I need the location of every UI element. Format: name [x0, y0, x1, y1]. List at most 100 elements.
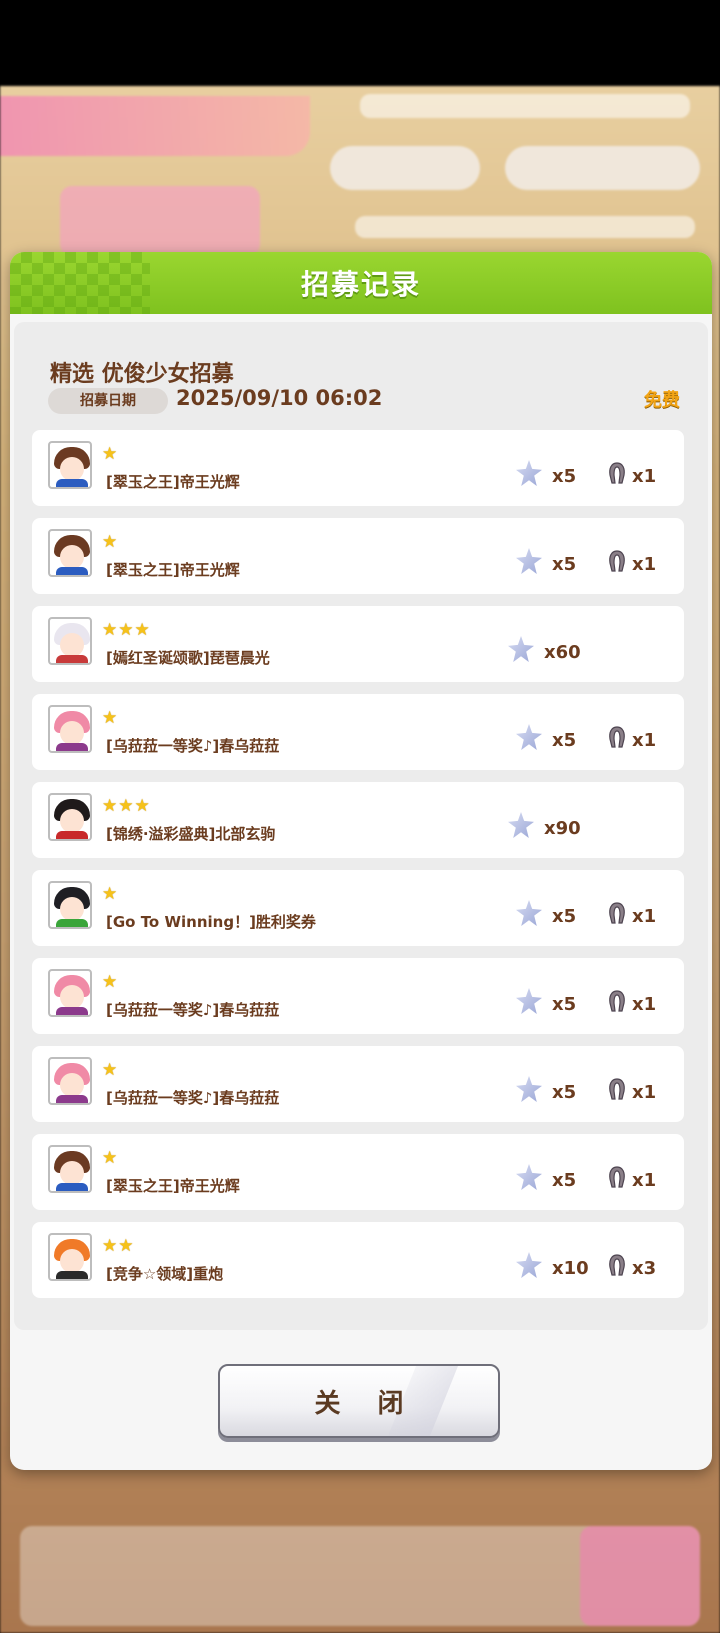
character-avatar [48, 1145, 92, 1193]
character-avatar [48, 793, 92, 841]
character-avatar [48, 705, 92, 753]
character-avatar [48, 969, 92, 1017]
record-row: ★ [Go To Winning！]胜利奖券 x5 x1 [32, 870, 684, 946]
horseshoe-icon [609, 990, 625, 1012]
record-row: ★ [翠玉之王]帝王光辉 x5 x1 [32, 1134, 684, 1210]
rarity-stars: ★ [102, 884, 119, 904]
shoe-quantity: x3 [632, 1258, 657, 1279]
character-name: [翠玉之王]帝王光辉 [106, 1177, 240, 1195]
piece-quantity: x5 [552, 730, 577, 751]
close-button-label: 关 闭 [314, 1388, 418, 1419]
character-avatar [48, 441, 92, 489]
shoe-quantity: x1 [632, 906, 657, 927]
character-piece-icon [508, 636, 534, 662]
horseshoe-icon [609, 1078, 625, 1100]
horseshoe-icon [609, 902, 625, 924]
avatar-outfit [56, 655, 88, 663]
background-menu-item [580, 1526, 700, 1626]
piece-quantity: x5 [552, 554, 577, 575]
character-avatar [48, 617, 92, 665]
avatar-face [60, 1161, 84, 1185]
avatar-outfit [56, 1271, 88, 1279]
horseshoe-icon [609, 726, 625, 748]
record-row: ★ [乌菈菈一等奖♪]春乌菈菈 x5 x1 [32, 1046, 684, 1122]
rarity-stars: ★ [102, 708, 119, 728]
record-list: ★ [翠玉之王]帝王光辉 x5 x1 ★ [翠玉之王]帝王光辉 x5 x1 ★★… [32, 430, 684, 1310]
avatar-face [60, 457, 84, 481]
shoe-quantity: x1 [632, 730, 657, 751]
record-row: ★ [乌菈菈一等奖♪]春乌菈菈 x5 x1 [32, 958, 684, 1034]
avatar-face [60, 1249, 84, 1273]
record-row: ★ [乌菈菈一等奖♪]春乌菈菈 x5 x1 [32, 694, 684, 770]
rarity-stars: ★★ [102, 1236, 135, 1256]
character-name: [翠玉之王]帝王光辉 [106, 561, 240, 579]
character-piece-icon [516, 548, 542, 574]
piece-quantity: x60 [544, 642, 581, 663]
character-name: [翠玉之王]帝王光辉 [106, 473, 240, 491]
dialog-title: 招募记录 [300, 268, 421, 301]
character-piece-icon [516, 1076, 542, 1102]
character-name: [锦绣·溢彩盛典]北部玄驹 [106, 825, 276, 843]
dialog-content[interactable]: 精选 优俊少女招募 招募日期 2025/09/10 06:02 免费 ★ [翠玉… [14, 322, 708, 1330]
avatar-outfit [56, 1095, 88, 1103]
background-info-bar [355, 216, 695, 238]
avatar-face [60, 897, 84, 921]
header-pattern [10, 252, 150, 314]
rarity-stars: ★ [102, 444, 119, 464]
character-name: [乌菈菈一等奖♪]春乌菈菈 [106, 1001, 280, 1019]
horseshoe-icon [609, 1254, 625, 1276]
horseshoe-icon [609, 1166, 625, 1188]
character-piece-icon [516, 900, 542, 926]
character-avatar [48, 529, 92, 577]
character-name: [Go To Winning！]胜利奖券 [106, 913, 316, 931]
avatar-face [60, 985, 84, 1009]
avatar-outfit [56, 919, 88, 927]
character-avatar [48, 1057, 92, 1105]
character-piece-icon [516, 460, 542, 486]
character-piece-icon [516, 1164, 542, 1190]
piece-quantity: x5 [552, 994, 577, 1015]
horseshoe-icon [609, 550, 625, 572]
avatar-face [60, 1073, 84, 1097]
background-button [330, 146, 480, 190]
character-piece-icon [516, 988, 542, 1014]
piece-quantity: x10 [552, 1258, 589, 1279]
avatar-outfit [56, 567, 88, 575]
record-row: ★★★ [锦绣·溢彩盛典]北部玄驹 x90 [32, 782, 684, 858]
cost-tag: 免费 [644, 390, 680, 411]
character-name: [竞争☆领域]重炮 [106, 1265, 224, 1283]
rarity-stars: ★ [102, 1060, 119, 1080]
character-avatar [48, 1233, 92, 1281]
rarity-stars: ★★★ [102, 620, 151, 640]
rarity-stars: ★ [102, 972, 119, 992]
piece-quantity: x90 [544, 818, 581, 839]
horseshoe-icon [609, 462, 625, 484]
character-name: [乌菈菈一等奖♪]春乌菈菈 [106, 1089, 280, 1107]
piece-quantity: x5 [552, 906, 577, 927]
shoe-quantity: x1 [632, 1082, 657, 1103]
record-row: ★ [翠玉之王]帝王光辉 x5 x1 [32, 430, 684, 506]
rarity-stars: ★★★ [102, 796, 151, 816]
piece-quantity: x5 [552, 1082, 577, 1103]
avatar-outfit [56, 1183, 88, 1191]
avatar-face [60, 545, 84, 569]
avatar-outfit [56, 1007, 88, 1015]
close-button[interactable]: 关 闭 [218, 1364, 500, 1438]
background-button [505, 146, 700, 190]
dialog-header: 招募记录 [10, 252, 712, 314]
avatar-face [60, 809, 84, 833]
record-row: ★★ [竞争☆领域]重炮 x10 x3 [32, 1222, 684, 1298]
piece-quantity: x5 [552, 1170, 577, 1191]
shoe-quantity: x1 [632, 554, 657, 575]
character-avatar [48, 881, 92, 929]
date-value: 2025/09/10 06:02 [176, 386, 383, 410]
rarity-stars: ★ [102, 1148, 119, 1168]
avatar-outfit [56, 743, 88, 751]
avatar-face [60, 633, 84, 657]
background-status-bar [360, 94, 690, 118]
character-name: [嫣红圣诞颂歌]琵琶晨光 [106, 649, 270, 667]
record-row: ★★★ [嫣红圣诞颂歌]琵琶晨光 x60 [32, 606, 684, 682]
rarity-stars: ★ [102, 532, 119, 552]
avatar-outfit [56, 479, 88, 487]
banner-name: 精选 优俊少女招募 [50, 362, 234, 387]
